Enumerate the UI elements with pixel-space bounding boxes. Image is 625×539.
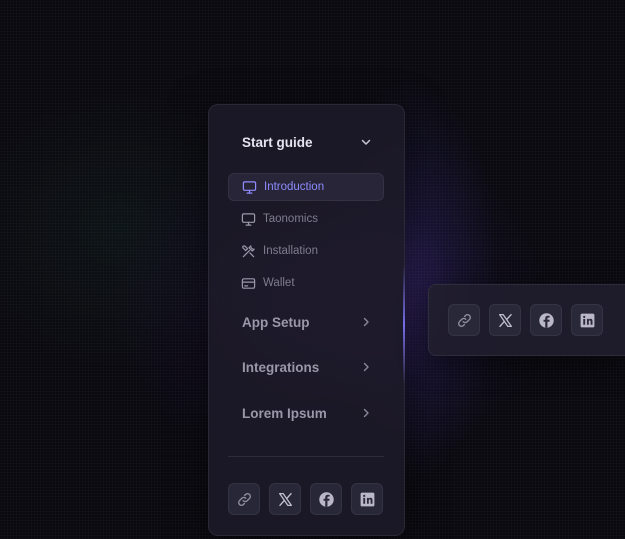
monitor-icon — [242, 180, 257, 195]
nav-item-label: Introduction — [264, 181, 325, 193]
tools-icon — [241, 244, 256, 259]
share-card-links — [448, 304, 603, 336]
share-facebook-button[interactable] — [530, 304, 562, 336]
share-linkedin-button[interactable] — [571, 304, 603, 336]
section-app-setup[interactable]: App Setup — [209, 307, 404, 337]
facebook-icon — [318, 491, 335, 508]
section-title: Start guide — [242, 134, 313, 150]
section-lorem-ipsum[interactable]: Lorem Ipsum — [209, 398, 404, 428]
section-integrations[interactable]: Integrations — [209, 352, 404, 382]
x-icon — [277, 491, 294, 508]
facebook-icon — [538, 312, 555, 329]
chevron-right-icon — [360, 407, 372, 419]
divider — [228, 456, 384, 457]
nav-item-label: Taonomics — [263, 213, 318, 225]
chevron-down-icon — [360, 136, 372, 148]
app-canvas: Start guide Introduction Taonomics Insta… — [0, 0, 625, 539]
nav-item-installation[interactable]: Installation — [228, 237, 384, 265]
x-icon — [497, 312, 514, 329]
share-link-button[interactable] — [228, 483, 260, 515]
chevron-right-icon — [360, 361, 372, 373]
share-linkedin-button[interactable] — [351, 483, 383, 515]
sidebar-social-links — [228, 483, 383, 515]
share-facebook-button[interactable] — [310, 483, 342, 515]
linkedin-icon — [359, 491, 376, 508]
nav-item-introduction[interactable]: Introduction — [228, 173, 384, 201]
section-title: Lorem Ipsum — [242, 405, 327, 421]
share-x-button[interactable] — [269, 483, 301, 515]
share-x-button[interactable] — [489, 304, 521, 336]
nav-item-taonomics[interactable]: Taonomics — [228, 205, 384, 233]
nav-item-label: Installation — [263, 245, 318, 257]
nav-item-wallet[interactable]: Wallet — [228, 269, 384, 297]
monitor-icon — [241, 212, 256, 227]
section-title: Integrations — [242, 359, 320, 375]
nav-item-label: Wallet — [263, 277, 295, 289]
share-card — [428, 284, 625, 356]
link-icon — [456, 312, 473, 329]
share-link-button[interactable] — [448, 304, 480, 336]
link-icon — [236, 491, 253, 508]
section-title: App Setup — [242, 314, 310, 330]
chevron-right-icon — [360, 316, 372, 328]
card-icon — [241, 276, 256, 291]
docs-sidebar: Start guide Introduction Taonomics Insta… — [208, 104, 405, 536]
section-start-guide[interactable]: Start guide — [209, 127, 404, 157]
linkedin-icon — [579, 312, 596, 329]
